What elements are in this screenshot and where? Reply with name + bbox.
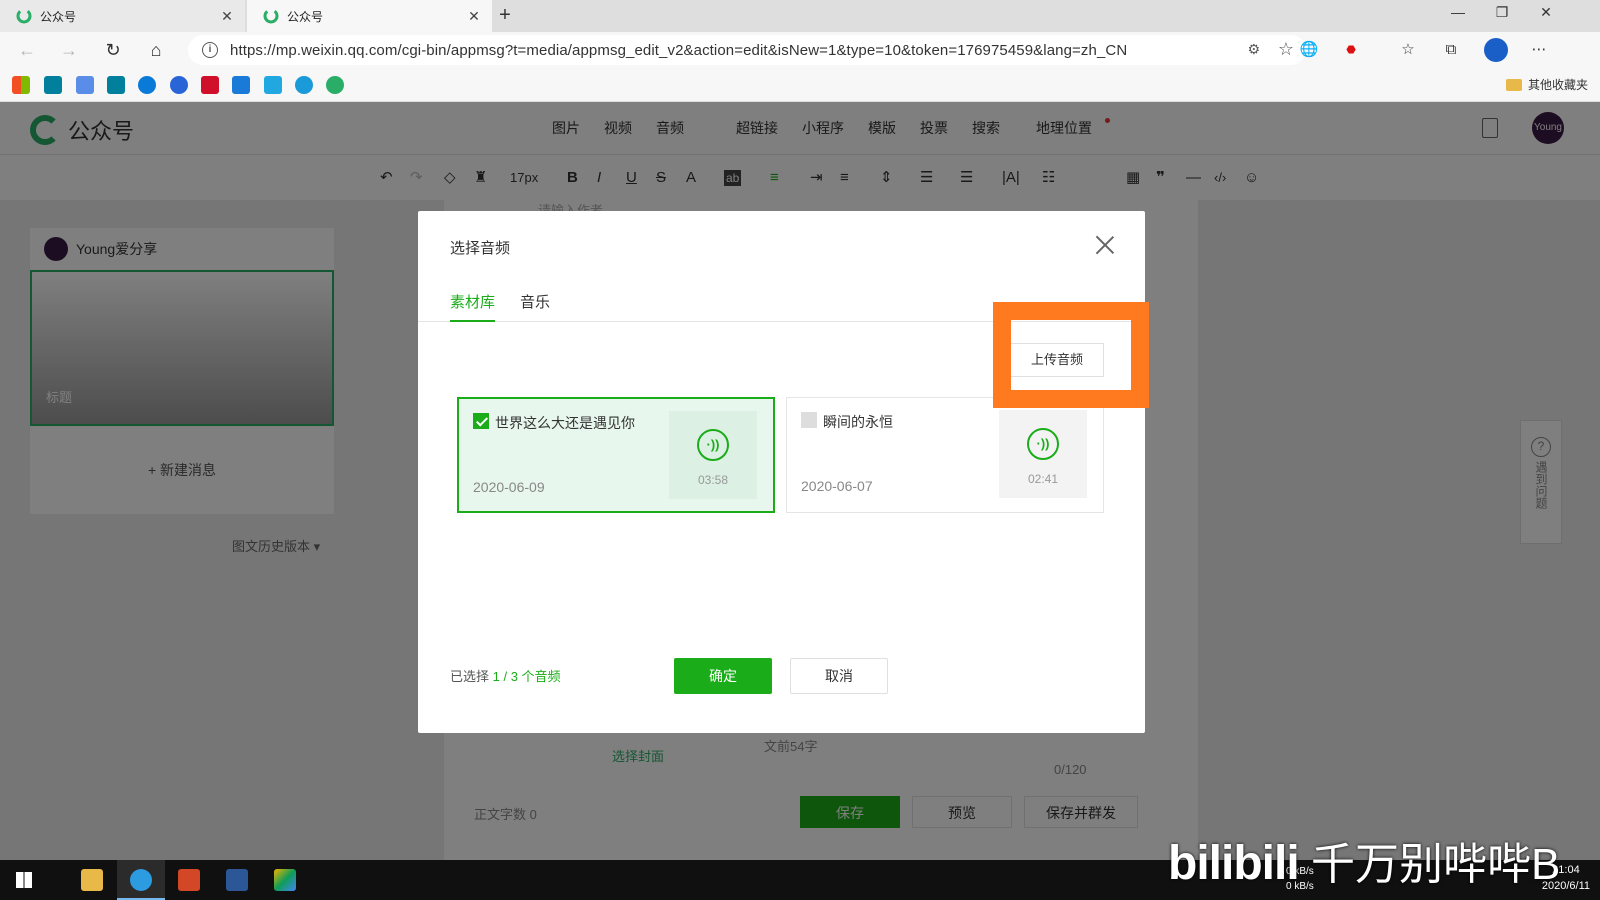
translate-bookmark-icon[interactable]	[76, 76, 94, 94]
back-button[interactable]: ←	[14, 38, 40, 62]
other-bookmarks-label: 其他收藏夹	[1527, 78, 1588, 92]
cloud-bookmark-icon[interactable]	[295, 76, 313, 94]
site-info-icon[interactable]: i	[202, 42, 218, 58]
select-audio-dialog: 选择音频 素材库 音乐 上传音频 世界这么大还是遇见你 2020-06-09 ·…	[418, 211, 1145, 733]
taskbar-file-explorer[interactable]	[68, 860, 116, 900]
close-icon[interactable]	[1093, 233, 1117, 257]
audio-card[interactable]: 瞬间的永恒 2020-06-07 ·)) 02:41	[786, 397, 1104, 513]
folder-icon	[1505, 78, 1522, 91]
audio-card[interactable]: 世界这么大还是遇见你 2020-06-09 ·)) 03:58	[457, 397, 775, 513]
browser-tab-title: 公众号	[287, 9, 324, 24]
audio-duration: 02:41	[1027, 472, 1059, 486]
audio-date: 2020-06-09	[473, 479, 545, 495]
url-bar[interactable]: i https://mp.weixin.qq.com/cgi-bin/appms…	[188, 35, 1306, 65]
taskbar-powerpoint[interactable]	[165, 860, 213, 900]
app-icon	[274, 869, 296, 891]
collections-icon[interactable]: ⧉	[1440, 40, 1462, 60]
dict-bookmark-icon[interactable]	[201, 76, 219, 94]
adblock-icon[interactable]: ⬣	[1340, 40, 1362, 60]
baidu-bookmark-icon[interactable]	[170, 76, 188, 94]
url-text: https://mp.weixin.qq.com/cgi-bin/appmsg?…	[230, 41, 1128, 59]
wechat-bookmark-icon[interactable]	[326, 76, 344, 94]
restore-window-button[interactable]: ❐	[1480, 0, 1524, 28]
browser-tab-bar: 公众号 ✕ 公众号 ✕ + — ❐ ✕	[0, 0, 1600, 32]
start-button[interactable]	[0, 860, 48, 900]
other-bookmarks[interactable]: 其他收藏夹	[1505, 76, 1588, 93]
address-toolbar: ← → ↻ ⌂ i https://mp.weixin.qq.com/cgi-b…	[0, 32, 1600, 68]
extension-globe-icon[interactable]: 🌐	[1298, 40, 1320, 60]
wechat-mp-favicon-icon	[263, 8, 279, 24]
zhihu-bookmark-icon[interactable]	[232, 76, 250, 94]
wechat-mp-favicon-icon	[16, 8, 32, 24]
windows-bookmark-icon[interactable]	[12, 76, 30, 94]
favorite-star-icon[interactable]: ☆	[1278, 39, 1294, 60]
folder-icon	[81, 869, 103, 891]
favorites-list-icon[interactable]: ☆	[1397, 40, 1419, 60]
dialog-tabs: 素材库 音乐	[418, 287, 1145, 322]
tab-material-library[interactable]: 素材库	[450, 291, 496, 322]
taskbar-edge[interactable]	[117, 860, 165, 900]
browser-tab-title: 公众号	[40, 9, 77, 24]
onedrive-bookmark-icon[interactable]	[138, 76, 156, 94]
taskbar-word[interactable]	[213, 860, 261, 900]
forward-button[interactable]: →	[56, 38, 82, 62]
close-window-button[interactable]: ✕	[1524, 0, 1568, 28]
bilibili-bookmark-icon[interactable]	[264, 76, 282, 94]
edge-icon	[130, 869, 152, 891]
close-tab-icon[interactable]: ✕	[219, 8, 235, 25]
close-tab-icon[interactable]: ✕	[466, 8, 482, 25]
extension-puzzle-icon[interactable]: ⚙	[1247, 41, 1260, 58]
audio-wave-icon: ·))	[697, 429, 729, 461]
audio-checkbox[interactable]	[801, 412, 817, 428]
bing-bookmark-icon-2[interactable]	[107, 76, 125, 94]
minimize-window-button[interactable]: —	[1436, 0, 1480, 28]
audio-duration: 03:58	[697, 473, 729, 487]
cancel-button[interactable]: 取消	[790, 658, 888, 694]
audio-date: 2020-06-07	[801, 478, 873, 494]
dialog-title: 选择音频	[450, 240, 511, 257]
refresh-button[interactable]: ↻	[100, 38, 126, 62]
bilibili-watermark: bilibili 千万别哔哔B	[1168, 837, 1561, 890]
new-tab-button[interactable]: +	[493, 4, 517, 28]
audio-name: 瞬间的永恒	[823, 414, 893, 430]
upload-audio-button[interactable]: 上传音频	[1010, 343, 1104, 377]
confirm-button[interactable]: 确定	[674, 658, 772, 694]
audio-thumb: ·)) 02:41	[999, 410, 1087, 498]
selection-count: 1 / 3	[492, 669, 518, 684]
audio-thumb: ·)) 03:58	[669, 411, 757, 499]
tab-music[interactable]: 音乐	[520, 291, 550, 320]
more-menu-icon[interactable]: ⋯	[1528, 40, 1550, 60]
audio-wave-icon: ·))	[1027, 428, 1059, 460]
bing-bookmark-icon[interactable]	[44, 76, 62, 94]
word-icon	[226, 869, 248, 891]
powerpoint-icon	[178, 869, 200, 891]
browser-tab-2[interactable]: 公众号 ✕	[247, 0, 492, 32]
browser-tab-1[interactable]: 公众号 ✕	[0, 0, 245, 32]
home-button[interactable]: ⌂	[143, 38, 169, 62]
selection-summary: 已选择 1 / 3 个音频	[450, 669, 561, 684]
profile-avatar-icon[interactable]	[1484, 38, 1508, 62]
taskbar-app[interactable]	[261, 860, 309, 900]
audio-name: 世界这么大还是遇见你	[495, 415, 635, 431]
bookmarks-bar: 其他收藏夹	[0, 68, 1600, 102]
windows-start-icon	[16, 872, 32, 888]
audio-checkbox-checked[interactable]	[473, 413, 489, 429]
